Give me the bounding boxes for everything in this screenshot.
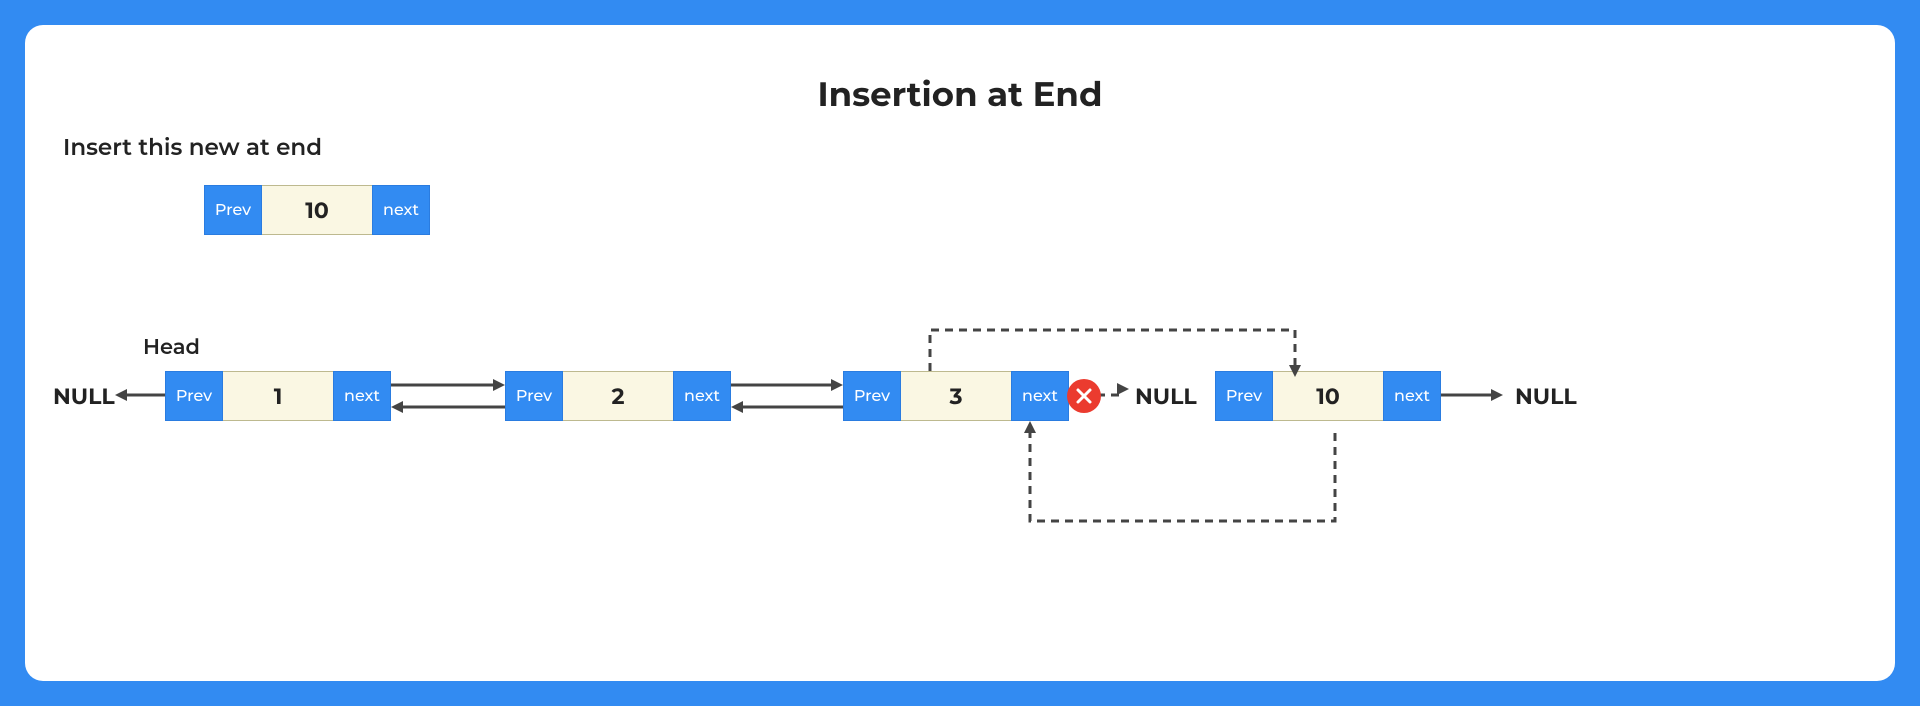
new-node-value: 10 (262, 185, 372, 235)
new-node-prev: Prev (204, 185, 262, 235)
new-node: Prev 10 next (204, 185, 430, 235)
new-next-link (925, 325, 1305, 385)
head-label: Head (143, 335, 200, 360)
null-left: NULL (53, 383, 115, 410)
arrow-null-left (115, 375, 165, 405)
diagram-caption: Insert this new at end (63, 133, 322, 161)
node-1-value: 1 (223, 371, 333, 421)
arrow-1-2 (391, 371, 505, 423)
node-2-prev: Prev (505, 371, 563, 421)
new-node-next: next (372, 185, 430, 235)
node-2-next: next (673, 371, 731, 421)
diagram-title: Insertion at End (25, 73, 1895, 115)
node-4-next: next (1383, 371, 1441, 421)
node-2: Prev 2 next (505, 371, 731, 421)
diagram-panel: Insertion at End Insert this new at end … (25, 25, 1895, 681)
node-2-value: 2 (563, 371, 673, 421)
null-middle: NULL (1135, 383, 1197, 410)
arrow-4-null-right (1441, 375, 1503, 405)
arrowhead-3-null-old (1109, 383, 1135, 407)
arrow-2-3 (731, 371, 843, 423)
node-1: Prev 1 next (165, 371, 391, 421)
node-1-next: next (333, 371, 391, 421)
node-1-prev: Prev (165, 371, 223, 421)
node-3-prev: Prev (843, 371, 901, 421)
new-prev-link (1025, 421, 1385, 531)
null-right: NULL (1515, 383, 1577, 410)
